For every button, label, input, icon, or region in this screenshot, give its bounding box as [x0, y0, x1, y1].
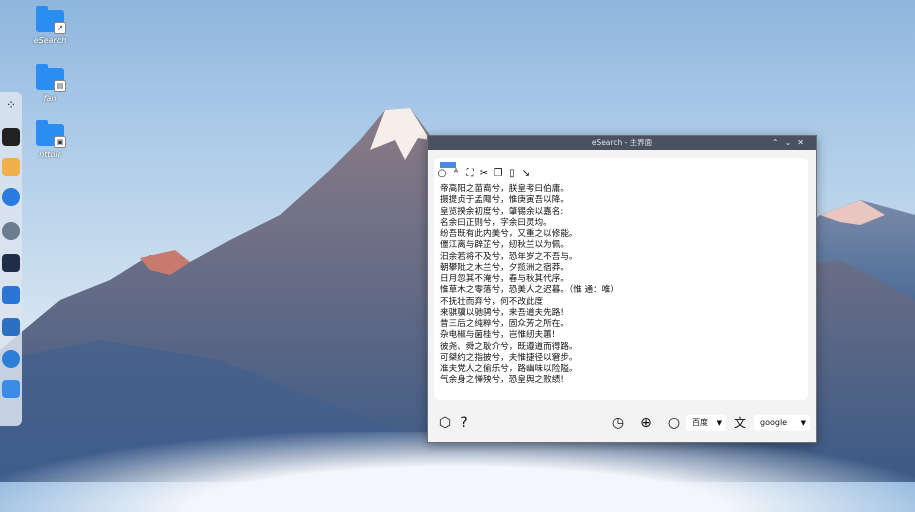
text-line: 气余身之惮殃兮，恐皇舆之败绩! [440, 375, 564, 386]
file-manager-icon[interactable] [2, 158, 20, 176]
terminal-icon[interactable] [2, 128, 20, 146]
history-icon[interactable]: ◷ [608, 414, 628, 432]
text-line: 彼尧、舜之耿介兮，既遵道而得路。 [440, 341, 578, 352]
desktop-icon-esearch[interactable]: ↗ eSearch [25, 6, 75, 45]
desktop-icon-nttoir[interactable]: ▣ nttoir [25, 120, 75, 159]
search-engine-select[interactable]: 百度 ▼ [686, 415, 726, 431]
translate-engine-icon[interactable]: 文 [730, 414, 750, 432]
settings-icon[interactable] [2, 222, 20, 240]
chevron-down-icon: ▼ [716, 419, 722, 427]
folder-icon: ▣ [36, 120, 66, 148]
desktop-icon-label: fan [43, 94, 57, 103]
window-title: eSearch - 主界面 [591, 138, 653, 147]
text-line: 来骐骥以驰骋兮，来吾道夫先路! [440, 307, 564, 318]
paste-icon[interactable]: ▯ [506, 168, 518, 180]
text-line: 朝攀阰之木兰兮，夕揽洲之宿莽。 [440, 262, 569, 273]
link-badge-icon: ↗ [54, 22, 66, 34]
text-line: 日月忽其不淹兮，春与秋其代序。 [440, 274, 569, 284]
text-line: 摄提贞于孟陬兮，惟庚寅吾以降。 [440, 195, 569, 206]
desktop-icon-label: eSearch [33, 36, 67, 45]
text-line: 皇览揆余初度兮，肇锡余以嘉名: [440, 206, 564, 217]
translate-engine-value: google [760, 418, 788, 427]
help-button[interactable]: ? [456, 414, 472, 432]
text-line: 名余曰正则兮，字余曰灵均。 [440, 217, 552, 228]
editor-panel: ○ ᴬ ⛶ ✂ ❐ ▯ ↘ 帝高阳之苗裔兮，朕皇考曰伯庸。 摄提贞于孟陬兮，惟庚… [434, 158, 808, 400]
bottom-bar: ⬡ ? ◷ ⊕ ○ 百度 ▼ 文 google ▼ [428, 408, 816, 440]
wps-office-icon[interactable] [2, 286, 20, 304]
translate-engine-select[interactable]: google ▼ [754, 415, 810, 431]
screenshot-icon[interactable]: ⛶ [464, 168, 476, 180]
esearch-main-window: eSearch - 主界面 ⌃⌄✕ ○ ᴬ ⛶ ✂ ❐ ▯ ↘ 帝高阳之苗裔兮，… [427, 135, 817, 443]
close-button[interactable]: ✕ [797, 138, 810, 147]
text-line: 惟草木之零落兮，恐美人之迟暮。（惟 通：唯） [440, 285, 619, 296]
globe-icon[interactable]: ⊕ [636, 414, 656, 432]
text-line: 汩余若将不及兮，恐年岁之不吾与。 [440, 251, 578, 262]
search-engine-icon[interactable]: ○ [664, 414, 684, 432]
editor-text[interactable]: 帝高阳之苗裔兮，朕皇考曰伯庸。 摄提贞于孟陬兮，惟庚寅吾以降。 皇览揆余初度兮，… [440, 184, 619, 387]
camera-icon[interactable] [2, 380, 20, 398]
wrap-icon[interactable]: ↘ [520, 168, 532, 180]
app-dock: ⁘ [0, 92, 22, 426]
desktop-icon-fan[interactable]: ▤ fan [25, 64, 75, 103]
esearch-dock-icon[interactable] [2, 350, 20, 368]
translate-icon[interactable]: ᴬ [450, 168, 462, 180]
search-engine-value: 百度 [692, 418, 708, 427]
launcher-icon[interactable]: ⁘ [2, 96, 20, 114]
text-line: 昔三后之纯粹兮，固众芳之所在。 [440, 319, 569, 329]
hexagon-icon[interactable]: ⬡ [436, 414, 454, 432]
pin-button[interactable]: ⌃ [772, 138, 785, 147]
file-badge-icon: ▣ [54, 136, 66, 148]
cut-icon[interactable]: ✂ [478, 168, 490, 180]
clouds [0, 432, 915, 512]
folder-icon: ↗ [36, 6, 66, 34]
text-line: 杂电椒与菌桂兮，岂惟纫夫蕙! [440, 330, 556, 341]
search-icon[interactable]: ○ [436, 168, 448, 180]
vscode-icon[interactable] [2, 318, 20, 336]
text-line: 纷吾既有此内美兮，又重之以修能。 [440, 229, 578, 239]
desktop-icon-label: nttoir [39, 150, 61, 159]
text-line: 僵江离与辟芷兮，纫秋兰以为佩。 [440, 240, 569, 251]
chevron-down-icon: ▼ [800, 419, 806, 427]
browser-icon[interactable] [2, 188, 20, 206]
system-monitor-icon[interactable] [2, 254, 20, 272]
minimize-button[interactable]: ⌄ [785, 138, 798, 147]
file-badge-icon: ▤ [54, 80, 66, 92]
text-line: 不抚壮而弃兮，何不改此度 [440, 296, 544, 307]
folder-icon: ▤ [36, 64, 66, 92]
text-line: 可桀约之指披兮，夫惟捷径以窘步。 [440, 352, 578, 363]
text-line: 帝高阳之苗裔兮，朕皇考曰伯庸。 [440, 184, 569, 194]
window-titlebar[interactable]: eSearch - 主界面 ⌃⌄✕ [428, 136, 816, 150]
copy-icon[interactable]: ❐ [492, 168, 504, 180]
text-line: 准夫党人之偷乐兮，路幽味以险隘。 [440, 364, 578, 374]
